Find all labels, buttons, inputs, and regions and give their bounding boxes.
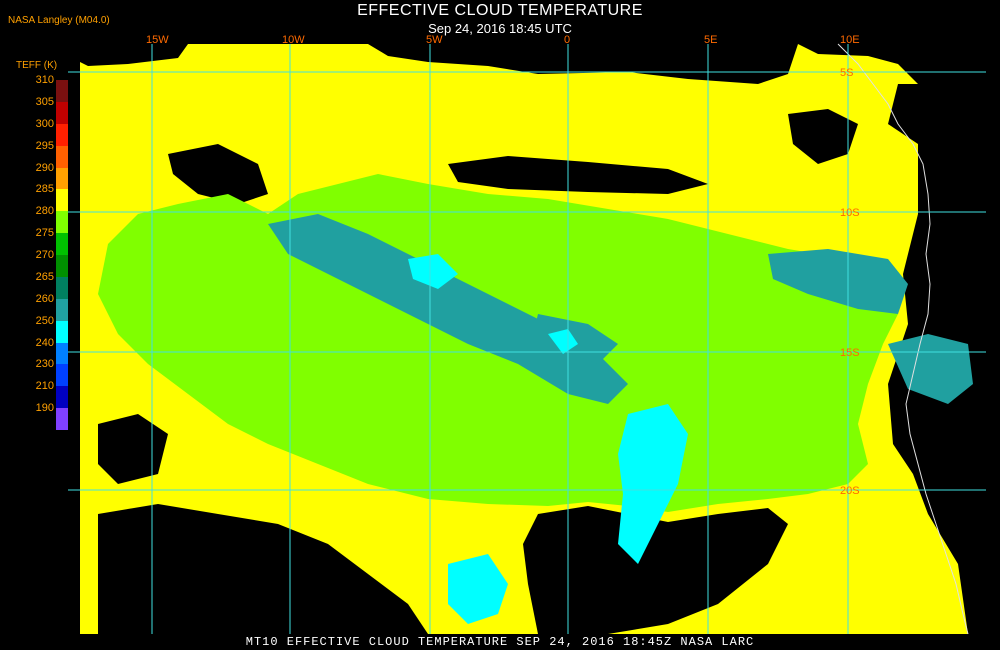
lat-label-10s: 10S bbox=[840, 207, 860, 219]
legend-value-275: 275 bbox=[35, 227, 54, 240]
legend-value-280: 280 bbox=[35, 205, 54, 218]
lon-label-5e: 5E bbox=[704, 34, 717, 46]
legend-value-265: 265 bbox=[35, 270, 54, 283]
footer-caption: MT10 EFFECTIVE CLOUD TEMPERATURE SEP 24,… bbox=[245, 635, 755, 649]
lat-label-5s: 5S bbox=[840, 67, 853, 79]
legend-value-290: 290 bbox=[35, 161, 54, 174]
legend-value-230: 230 bbox=[35, 358, 54, 371]
map-title: EFFECTIVE CLOUD TEMPERATURE bbox=[357, 2, 643, 19]
legend-value-260: 260 bbox=[35, 292, 54, 305]
legend-value-250: 250 bbox=[35, 314, 54, 327]
legend-value-305: 305 bbox=[35, 95, 54, 108]
cloud-temperature-map: 15W 10W 5W 0 5E 10E 5S 10S 15S 20S bbox=[68, 34, 986, 635]
lat-label-15s: 15S bbox=[840, 347, 860, 359]
lon-label-0: 0 bbox=[564, 34, 570, 46]
legend-value-300: 300 bbox=[35, 117, 54, 130]
legend-value-295: 295 bbox=[35, 139, 54, 152]
lon-label-10e: 10E bbox=[840, 34, 860, 46]
legend-title: TEFF (K) bbox=[16, 60, 58, 71]
lat-label-20s: 20S bbox=[840, 485, 860, 497]
legend-value-310: 310 bbox=[35, 74, 54, 86]
lon-label-10w: 10W bbox=[282, 34, 305, 46]
legend-value-285: 285 bbox=[35, 183, 54, 196]
legend-value-270: 270 bbox=[35, 249, 54, 261]
legend-value-210: 210 bbox=[35, 380, 54, 393]
lon-label-5w: 5W bbox=[426, 34, 443, 46]
lon-label-15w: 15W bbox=[146, 34, 169, 46]
legend-value-190: 190 bbox=[35, 402, 54, 415]
legend-value-240: 240 bbox=[35, 336, 54, 349]
